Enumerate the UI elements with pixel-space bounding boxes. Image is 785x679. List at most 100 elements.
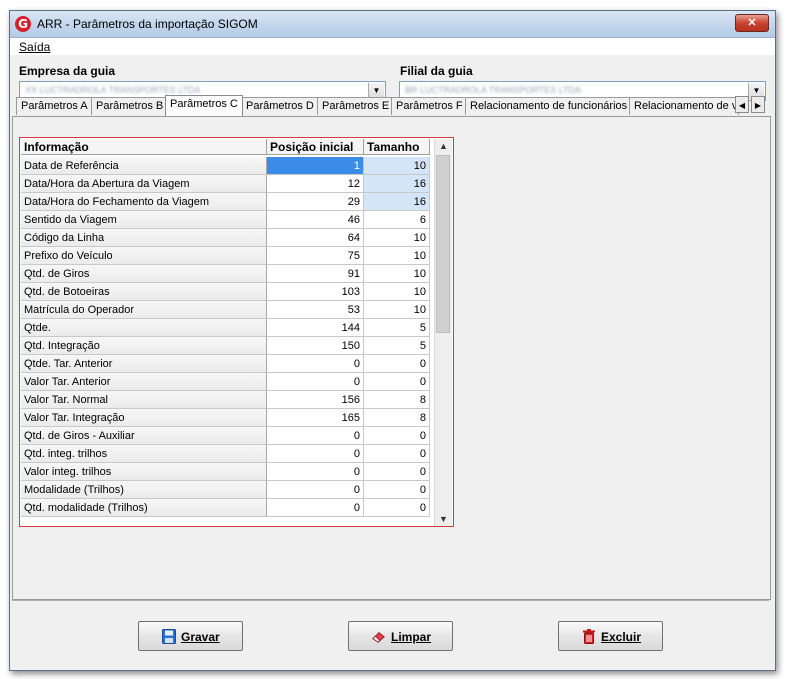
cell-tamanho[interactable]: 10 <box>364 157 430 175</box>
tab-relacionamento-v[interactable]: Relacionamento de v <box>629 97 739 115</box>
tab-scroll-left-icon[interactable]: ◀ <box>735 96 749 113</box>
cell-posicao[interactable]: 64 <box>267 229 364 247</box>
menu-item-saida[interactable]: Saída <box>19 40 50 54</box>
cell-posicao[interactable]: 1 <box>267 157 364 175</box>
grid-scrollbar[interactable]: ▲ ▼ <box>434 139 452 526</box>
table-row[interactable]: Prefixo do Veículo 75 10 <box>21 247 430 265</box>
excluir-label: Excluir <box>601 630 642 644</box>
save-disk-icon <box>162 629 176 644</box>
table-row[interactable]: Valor integ. trilhos 0 0 <box>21 463 430 481</box>
cell-informacao: Qtd. modalidade (Trilhos) <box>21 499 267 517</box>
table-row[interactable]: Qtd. Integração 150 5 <box>21 337 430 355</box>
trash-icon <box>583 629 595 644</box>
cell-tamanho[interactable]: 10 <box>364 247 430 265</box>
cell-tamanho[interactable]: 10 <box>364 283 430 301</box>
cell-tamanho[interactable]: 5 <box>364 337 430 355</box>
cell-posicao[interactable]: 144 <box>267 319 364 337</box>
cell-tamanho[interactable]: 0 <box>364 481 430 499</box>
cell-informacao: Modalidade (Trilhos) <box>21 481 267 499</box>
cell-posicao[interactable]: 12 <box>267 175 364 193</box>
tab-relacionamento-funcionarios[interactable]: Relacionamento de funcionários <box>465 97 633 115</box>
cell-posicao[interactable]: 75 <box>267 247 364 265</box>
title-bar[interactable]: G ARR - Parâmetros da importação SIGOM ✕ <box>10 11 775 38</box>
app-logo-icon: G <box>15 16 31 32</box>
table-row[interactable]: Data/Hora da Abertura da Viagem 12 16 <box>21 175 430 193</box>
table-row[interactable]: Qtd. de Giros - Auxiliar 0 0 <box>21 427 430 445</box>
cell-tamanho[interactable]: 5 <box>364 319 430 337</box>
cell-posicao[interactable]: 46 <box>267 211 364 229</box>
cell-posicao[interactable]: 0 <box>267 463 364 481</box>
cell-tamanho[interactable]: 10 <box>364 265 430 283</box>
cell-tamanho[interactable]: 6 <box>364 211 430 229</box>
table-row[interactable]: Matrícula do Operador 53 10 <box>21 301 430 319</box>
cell-tamanho[interactable]: 0 <box>364 499 430 517</box>
cell-posicao[interactable]: 0 <box>267 481 364 499</box>
tab-parametros-b[interactable]: Parâmetros B <box>91 97 169 115</box>
table-row[interactable]: Data/Hora do Fechamento da Viagem 29 16 <box>21 193 430 211</box>
cell-posicao[interactable]: 91 <box>267 265 364 283</box>
cell-posicao[interactable]: 0 <box>267 427 364 445</box>
cell-tamanho[interactable]: 0 <box>364 445 430 463</box>
tab-scroll-right-icon[interactable]: ▶ <box>751 96 765 113</box>
cell-posicao[interactable]: 165 <box>267 409 364 427</box>
gravar-button[interactable]: Gravar <box>138 621 243 651</box>
table-row[interactable]: Qtd. de Botoeiras 103 10 <box>21 283 430 301</box>
table-row[interactable]: Qtde. Tar. Anterior 0 0 <box>21 355 430 373</box>
table-row[interactable]: Qtd. de Giros 91 10 <box>21 265 430 283</box>
cell-tamanho[interactable]: 0 <box>364 373 430 391</box>
cell-informacao: Valor Tar. Anterior <box>21 373 267 391</box>
cell-informacao: Qtd. integ. trilhos <box>21 445 267 463</box>
table-row[interactable]: Código da Linha 64 10 <box>21 229 430 247</box>
chevron-up-icon[interactable]: ▲ <box>435 139 452 153</box>
table-row[interactable]: Data de Referência 1 10 <box>21 157 430 175</box>
tab-parametros-e[interactable]: Parâmetros E <box>317 97 395 115</box>
cell-informacao: Qtde. Tar. Anterior <box>21 355 267 373</box>
cell-posicao[interactable]: 150 <box>267 337 364 355</box>
table-row[interactable]: Valor Tar. Integração 165 8 <box>21 409 430 427</box>
tab-parametros-a[interactable]: Parâmetros A <box>16 97 93 115</box>
tab-parametros-f[interactable]: Parâmetros F <box>391 97 468 115</box>
cell-informacao: Qtd. de Giros <box>21 265 267 283</box>
cell-tamanho[interactable]: 10 <box>364 229 430 247</box>
column-header-informacao[interactable]: Informação <box>21 139 267 155</box>
scrollbar-thumb[interactable] <box>436 155 450 333</box>
cell-informacao: Qtd. de Giros - Auxiliar <box>21 427 267 445</box>
table-row[interactable]: Valor Tar. Anterior 0 0 <box>21 373 430 391</box>
table-row[interactable]: Sentido da Viagem 46 6 <box>21 211 430 229</box>
cell-posicao[interactable]: 53 <box>267 301 364 319</box>
table-row[interactable]: Qtde. 144 5 <box>21 319 430 337</box>
column-header-posicao-inicial[interactable]: Posição inicial <box>267 139 364 155</box>
excluir-button[interactable]: Excluir <box>558 621 663 651</box>
cell-tamanho[interactable]: 8 <box>364 409 430 427</box>
cell-informacao: Data/Hora do Fechamento da Viagem <box>21 193 267 211</box>
window-title: ARR - Parâmetros da importação SIGOM <box>37 17 258 31</box>
cell-informacao: Qtd. de Botoeiras <box>21 283 267 301</box>
cell-posicao[interactable]: 29 <box>267 193 364 211</box>
tab-parametros-c[interactable]: Parâmetros C <box>165 95 243 116</box>
cell-tamanho[interactable]: 16 <box>364 175 430 193</box>
table-row[interactable]: Qtd. integ. trilhos 0 0 <box>21 445 430 463</box>
limpar-button[interactable]: Limpar <box>348 621 453 651</box>
cell-posicao[interactable]: 0 <box>267 499 364 517</box>
cell-posicao[interactable]: 0 <box>267 355 364 373</box>
cell-tamanho[interactable]: 10 <box>364 301 430 319</box>
cell-posicao[interactable]: 0 <box>267 373 364 391</box>
cell-tamanho[interactable]: 0 <box>364 355 430 373</box>
cell-tamanho[interactable]: 0 <box>364 463 430 481</box>
close-button[interactable]: ✕ <box>735 14 769 32</box>
cell-posicao[interactable]: 0 <box>267 445 364 463</box>
cell-posicao[interactable]: 103 <box>267 283 364 301</box>
table-row[interactable]: Qtd. modalidade (Trilhos) 0 0 <box>21 499 430 517</box>
cell-posicao[interactable]: 156 <box>267 391 364 409</box>
cell-informacao: Código da Linha <box>21 229 267 247</box>
tab-parametros-d[interactable]: Parâmetros D <box>241 97 319 115</box>
table-row[interactable]: Modalidade (Trilhos) 0 0 <box>21 481 430 499</box>
table-row[interactable]: Valor Tar. Normal 156 8 <box>21 391 430 409</box>
chevron-down-icon[interactable]: ▼ <box>435 512 452 526</box>
menu-bar: Saída <box>10 38 775 55</box>
limpar-label: Limpar <box>391 630 432 644</box>
column-header-tamanho[interactable]: Tamanho <box>364 139 430 155</box>
cell-tamanho[interactable]: 8 <box>364 391 430 409</box>
cell-tamanho[interactable]: 0 <box>364 427 430 445</box>
cell-tamanho[interactable]: 16 <box>364 193 430 211</box>
